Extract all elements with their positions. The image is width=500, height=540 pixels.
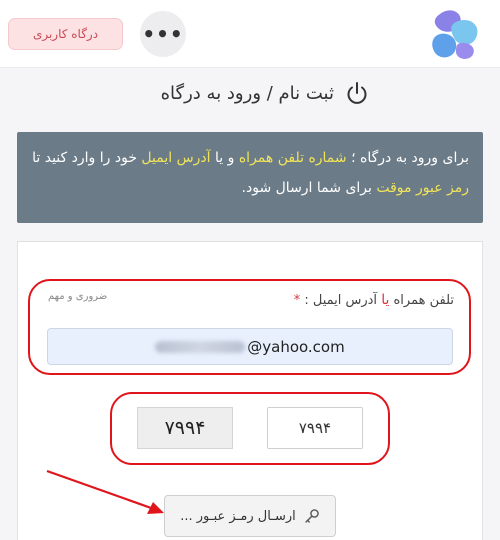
key-icon bbox=[305, 509, 319, 523]
captcha-image: ۷۹۹۴ bbox=[137, 407, 233, 449]
page-title-row: ثبت نام / ورود به درگاه bbox=[161, 78, 370, 108]
captcha-value: ۷۹۹۴ bbox=[298, 419, 332, 437]
info-highlight-email: آدرس ایمیل bbox=[141, 150, 211, 166]
required-note: ضروری و مهم bbox=[48, 291, 108, 302]
brand-logo[interactable] bbox=[430, 8, 486, 62]
info-text-1: برای ورود به درگاه ؛ bbox=[346, 150, 469, 166]
power-icon bbox=[347, 82, 367, 104]
info-text-4: برای شما ارسال شود. bbox=[241, 180, 377, 196]
email-field[interactable]: @yahoo.com bbox=[47, 328, 453, 365]
label-text-2: آدرس ایمیل : bbox=[300, 293, 382, 308]
user-portal-button[interactable]: درگاه کاربری bbox=[8, 18, 123, 50]
send-password-label: ارسـال رمـز عبـور ... bbox=[180, 508, 296, 524]
send-password-button[interactable]: ارسـال رمـز عبـور ... bbox=[164, 495, 336, 537]
info-text-2: و یا bbox=[210, 150, 239, 166]
info-message: برای ورود به درگاه ؛ شماره تلفن همراه و … bbox=[17, 132, 483, 223]
blurred-username bbox=[155, 340, 246, 353]
info-highlight-password: رمز عبور موقت bbox=[376, 180, 469, 196]
info-text-3: خود را وارد کنید تا bbox=[32, 150, 142, 166]
more-dots-icon: ••• bbox=[142, 22, 184, 46]
info-highlight-phone: شماره تلفن همراه bbox=[238, 150, 347, 166]
top-header: درگاه کاربری ••• bbox=[0, 0, 500, 68]
email-field-label: تلفن همراه یا آدرس ایمیل : * bbox=[294, 292, 454, 308]
label-text-1: تلفن همراه bbox=[389, 293, 454, 308]
page-title: ثبت نام / ورود به درگاه bbox=[160, 82, 334, 104]
captcha-text: ۷۹۹۴ bbox=[164, 417, 206, 439]
user-portal-label: درگاه کاربری bbox=[32, 27, 99, 41]
captcha-input[interactable]: ۷۹۹۴ bbox=[267, 407, 363, 449]
email-value: @yahoo.com bbox=[247, 337, 345, 356]
more-options-button[interactable]: ••• bbox=[140, 11, 186, 57]
